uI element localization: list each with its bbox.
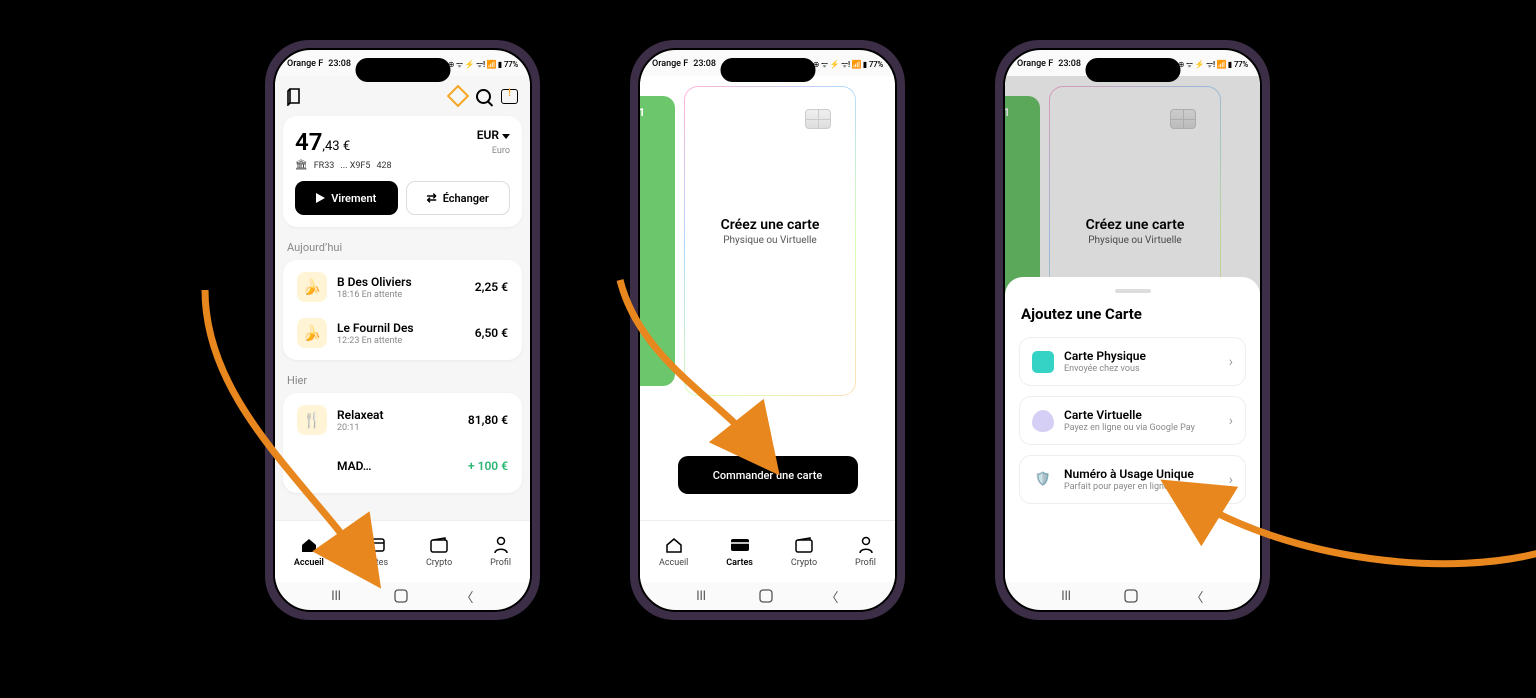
balance-card: 47,43 € FR33 ... X9F5 428 EUR Euro: [283, 116, 522, 227]
home-icon: [664, 535, 684, 555]
profile-icon: [856, 535, 876, 555]
wallet-icon: [429, 535, 449, 555]
sheet-title: Ajoutez une Carte: [1019, 305, 1246, 323]
nav-profil[interactable]: Profil: [490, 535, 511, 568]
iban-part1: FR33: [314, 161, 335, 171]
sheet-handle[interactable]: [1115, 289, 1151, 293]
chevron-down-icon: [502, 134, 510, 139]
balance-int: 47: [295, 128, 322, 156]
virtual-card-icon: [1032, 410, 1054, 432]
chevron-right-icon: ›: [1229, 354, 1233, 370]
currency-selector[interactable]: EUR Euro: [477, 128, 510, 156]
support-icon[interactable]: [501, 89, 518, 104]
back-icon[interactable]: 〈: [826, 587, 839, 606]
physical-card-icon: [1032, 351, 1054, 373]
status-time: 23:08: [328, 59, 351, 69]
section-today: Aujourd’hui: [287, 241, 522, 254]
recent-apps-icon[interactable]: lll: [696, 589, 705, 604]
nav-crypto[interactable]: Crypto: [791, 535, 817, 568]
home-button-icon[interactable]: [759, 589, 773, 603]
option-virtual-card[interactable]: Carte VirtuellePayez en ligne ou via Goo…: [1019, 396, 1246, 445]
annotation-arrow-1: [185, 280, 405, 590]
battery-pct: 77%: [504, 60, 518, 69]
phone-shadow: [1058, 630, 1208, 648]
iban-part3: 428: [376, 161, 391, 171]
wallet-icon: [794, 535, 814, 555]
nav-profil[interactable]: Profil: [855, 535, 876, 568]
search-icon[interactable]: [476, 89, 491, 104]
option-physical-card[interactable]: Carte PhysiqueEnvoyée chez vous ›: [1019, 337, 1246, 386]
iban-part2: ... X9F5: [340, 161, 370, 171]
nav-crypto[interactable]: Crypto: [426, 535, 452, 568]
bank-icon: [295, 160, 308, 171]
carrier: Orange F: [287, 59, 323, 69]
recent-apps-icon[interactable]: lll: [331, 589, 340, 604]
chevron-right-icon: ›: [1229, 413, 1233, 429]
back-icon[interactable]: 〈: [461, 587, 474, 606]
annotation-arrow-2: [600, 270, 800, 480]
card-icon: [730, 535, 750, 555]
phone-shadow: [693, 630, 843, 648]
annotation-arrow-3: [1170, 480, 1536, 590]
profile-icon: [491, 535, 511, 555]
balance-dec: ,43 €: [322, 139, 350, 154]
virement-button[interactable]: Virement: [295, 181, 398, 215]
bottom-nav: Accueil Cartes Crypto Profil: [640, 520, 895, 582]
premium-icon[interactable]: [447, 85, 470, 108]
shield-icon: 🛡️: [1032, 469, 1054, 491]
swap-icon: ⇄: [427, 191, 437, 205]
recent-apps-icon[interactable]: lll: [1061, 589, 1070, 604]
app-logo-icon: [287, 86, 305, 106]
home-button-icon[interactable]: [1124, 589, 1138, 603]
notch: [355, 58, 450, 82]
notch: [1085, 58, 1180, 82]
nav-cartes[interactable]: Cartes: [726, 535, 753, 568]
android-nav: lll 〈: [640, 582, 895, 610]
nav-accueil[interactable]: Accueil: [659, 535, 688, 568]
phone-shadow: [328, 630, 478, 648]
echanger-button[interactable]: ⇄ Échanger: [406, 181, 511, 215]
notch: [720, 58, 815, 82]
home-button-icon[interactable]: [394, 589, 408, 603]
send-icon: [316, 193, 325, 203]
card-chip-icon: [805, 109, 831, 129]
